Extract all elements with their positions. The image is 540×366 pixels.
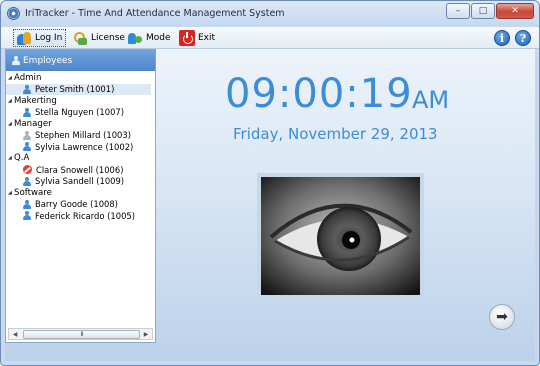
employee-item[interactable]: Barry Goode (1008) (6, 199, 155, 211)
user-icon (23, 176, 31, 186)
blocked-user-icon (23, 165, 32, 175)
user-icon (23, 211, 31, 221)
scroll-right-arrow-icon[interactable]: ▶ (140, 329, 152, 339)
power-icon (179, 30, 195, 46)
iris-camera-preview (257, 173, 424, 299)
user-icon (23, 107, 31, 117)
employee-name: Stella Nguyen (1007) (35, 107, 125, 118)
toolbar: Log In License Mode Exit i ? (1, 27, 539, 49)
app-window: IriTracker - Time And Attendance Managem… (0, 0, 540, 366)
window-controls: – □ ✕ (446, 3, 534, 19)
user-icon (23, 84, 31, 94)
tree-group[interactable]: ◢ Q.A (6, 153, 155, 165)
window-title: IriTracker - Time And Attendance Managem… (25, 8, 285, 19)
main-content: Employees ◢ Admin Peter Smith (1001) ◢ Maker… (5, 49, 535, 361)
title-bar[interactable]: IriTracker - Time And Attendance Managem… (1, 1, 539, 27)
employee-item[interactable]: Stella Nguyen (1007) (6, 107, 155, 119)
clock-time: 09:00:19 (225, 71, 413, 117)
info-button[interactable]: i (494, 30, 510, 46)
maximize-button[interactable]: □ (471, 3, 495, 19)
clock-date: Friday, November 29, 2013 (233, 125, 438, 143)
tree-group-label: Q.A (14, 153, 30, 164)
employee-tree: ◢ Admin Peter Smith (1001) ◢ Makerting Stella… (6, 72, 155, 222)
exit-button[interactable]: Exit (179, 29, 215, 47)
employee-item[interactable]: Peter Smith (1001) (6, 83, 151, 95)
mode-icon (127, 30, 143, 46)
user-icon (23, 130, 31, 140)
user-icon (23, 142, 31, 152)
employee-tree-panel: Employees ◢ Admin Peter Smith (1001) ◢ Maker… (5, 49, 156, 343)
arrow-right-icon: ➡ (496, 309, 508, 325)
employee-item[interactable]: Clara Snowell (1006) (6, 164, 155, 176)
help-icon: ? (519, 31, 527, 45)
app-eye-icon (7, 7, 20, 20)
clock-ampm: AM (412, 86, 450, 114)
employee-name: Sylvia Lawrence (1002) (35, 141, 134, 152)
horizontal-scrollbar[interactable]: ◀ III ▶ (8, 328, 153, 340)
employee-item[interactable]: Stephen Millard (1003) (6, 130, 155, 142)
tree-group[interactable]: ◢ Manager (6, 118, 155, 130)
scroll-left-arrow-icon[interactable]: ◀ (9, 329, 21, 339)
employee-name: Federick Ricardo (1005) (35, 210, 135, 221)
employee-name: Clara Snowell (1006) (36, 164, 124, 175)
mode-label: Mode (146, 33, 171, 43)
tree-group[interactable]: ◢ Software (6, 187, 155, 199)
tree-group-label: Makerting (14, 95, 57, 106)
tree-group-label: Manager (14, 118, 52, 129)
employees-header[interactable]: Employees (6, 50, 155, 71)
employee-item[interactable]: Sylvia Lawrence (1002) (6, 141, 155, 153)
employee-name: Barry Goode (1008) (35, 199, 118, 210)
exit-label: Exit (198, 33, 216, 43)
employee-name: Sylvia Sandell (1009) (35, 176, 125, 187)
license-button[interactable]: License (72, 29, 125, 47)
help-buttons: i ? (494, 30, 531, 46)
license-key-icon (72, 30, 88, 46)
eye-icon (261, 177, 420, 295)
maximize-icon: □ (478, 5, 488, 16)
help-button[interactable]: ? (515, 30, 531, 46)
tree-group[interactable]: ◢ Admin (6, 72, 155, 84)
employee-name: Peter Smith (1001) (35, 84, 115, 95)
login-label: Log In (35, 33, 63, 43)
users-icon (16, 30, 32, 46)
license-label: License (91, 33, 125, 43)
minimize-button[interactable]: – (446, 3, 470, 19)
next-button[interactable]: ➡ (489, 304, 515, 330)
employee-item[interactable]: Sylvia Sandell (1009) (6, 176, 155, 188)
login-button[interactable]: Log In (13, 29, 66, 47)
employee-item[interactable]: Federick Ricardo (1005) (6, 210, 155, 222)
minimize-icon: – (455, 5, 461, 16)
tree-group-label: Admin (14, 72, 42, 83)
close-icon: ✕ (511, 5, 519, 16)
employee-icon (12, 56, 20, 65)
tree-group[interactable]: ◢ Makerting (6, 95, 155, 107)
user-icon (23, 199, 31, 209)
tree-group-label: Software (14, 187, 52, 198)
employee-name: Stephen Millard (1003) (35, 130, 131, 141)
scroll-grip: III (80, 330, 83, 338)
mode-button[interactable]: Mode (127, 29, 171, 47)
info-icon: i (499, 31, 505, 45)
close-button[interactable]: ✕ (496, 3, 534, 19)
scroll-thumb[interactable]: III (23, 329, 140, 339)
employees-header-label: Employees (23, 55, 73, 66)
